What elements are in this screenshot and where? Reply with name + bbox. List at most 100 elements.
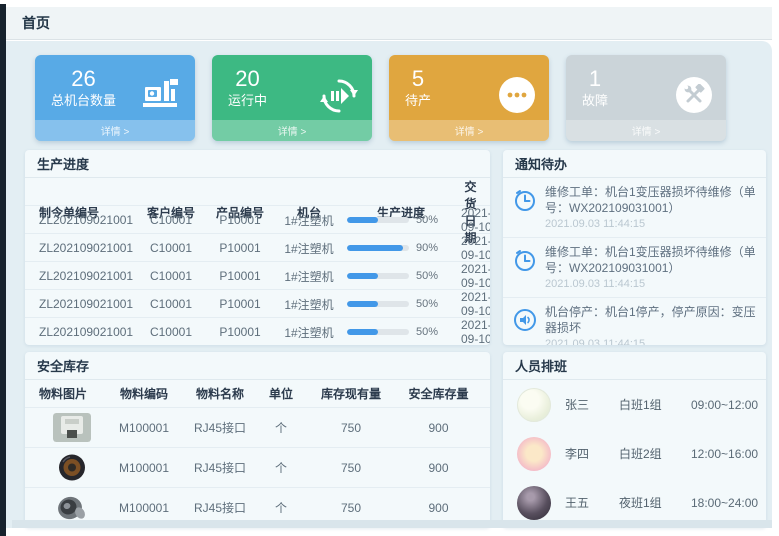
table-row: ZL202109021001 C10001 P10001 1#注塑机 50% 2… [25,317,490,345]
personnel-schedule-panel: 人员排班 张三 白班1组 09:00~12:00 李四 白班2组 12:00~1… [503,352,766,528]
table-row: ZL202109021001 C10001 P10001 1#注塑机 50% 2… [25,261,490,289]
card-waiting[interactable]: 5 待产 详情 > [389,55,549,141]
material-code: M100001 [105,501,183,515]
card-running[interactable]: 20 运行中 详情 > [212,55,372,141]
notice-timestamp: 2021.09.03 11:44:15 [545,217,756,232]
material-image-rj45 [53,413,91,442]
table-row: M100001 RJ45接口 个 750 900 [25,447,490,487]
current-qty: 750 [305,461,397,475]
customer-no: C10001 [139,325,203,339]
progress-bar: 50% [341,326,461,338]
total-machines-value: 26 [71,66,95,92]
current-qty: 750 [305,421,397,435]
waiting-label: 待产 [405,92,431,110]
scrollbar-track[interactable] [772,0,779,536]
order-no: ZL202109021001 [35,269,139,283]
waiting-detail-link[interactable]: 详情 > [389,120,549,141]
progress-bar: 90% [341,242,461,254]
col-current-qty: 库存现有量 [305,385,397,402]
machine-icon [141,77,181,116]
total-machines-detail-link[interactable]: 详情 > [35,120,195,141]
speaker-icon [513,308,537,345]
list-item: 张三 白班1组 09:00~12:00 [503,380,766,429]
machine: 1#注塑机 [277,296,341,313]
page-header: 首页 [6,7,772,40]
machine: 1#注塑机 [277,240,341,257]
customer-no: C10001 [139,269,203,283]
notice-timestamp: 2021.09.03 11:44:15 [545,277,756,292]
machine: 1#注塑机 [277,268,341,285]
col-material-name: 物料名称 [183,385,257,402]
schedule-panel-title: 人员排班 [515,356,567,375]
avatar [517,388,551,422]
progress-percent: 50% [416,298,438,310]
delivery-date: 2021-09-10 [461,262,490,290]
order-no: ZL202109021001 [35,241,139,255]
shift-label: 白班2组 [619,445,691,462]
notice-item[interactable]: 机台停产：机台1停产，停产原因：变压器损坏 2021.09.03 11:44:1… [503,298,766,345]
card-text: 26 总机台数量 [51,66,116,110]
clock-icon [513,248,537,292]
shift-time: 12:00~16:00 [691,447,766,461]
material-code: M100001 [105,461,183,475]
shift-label: 白班1组 [619,396,691,413]
running-detail-link[interactable]: 详情 > [212,120,372,141]
progress-percent: 50% [416,326,438,338]
panel-header: 人员排班 [503,352,766,380]
current-qty: 750 [305,501,397,515]
waiting-value: 5 [412,66,424,92]
delivery-date: 2021-09-10 [461,206,490,234]
notice-text: 机台停产：机台1停产，停产原因：变压器损坏 [545,305,756,337]
card-text: 1 故障 [582,66,608,110]
notice-text: 维修工单：机台1变压器损坏待维修（单号：WX202109031001） [545,185,756,217]
material-image-speaker-front [53,453,91,482]
table-row: M100001 RJ45接口 个 750 900 [25,407,490,447]
notice-item[interactable]: 维修工单：机台1变压器损坏待维修（单号：WX202109031001） 2021… [503,178,766,238]
notice-content: 维修工单：机台1变压器损坏待维修（单号：WX202109031001） 2021… [545,245,756,292]
fault-detail-link[interactable]: 详情 > [566,120,726,141]
col-unit: 单位 [257,385,305,402]
unit: 个 [257,419,305,436]
progress-percent: 50% [416,214,438,226]
shift-label: 夜班1组 [619,494,691,511]
material-name: RJ45接口 [183,499,257,516]
production-table-header: 制令单编号 客户编号 产品编号 机台 生产进度 交货日期 [25,178,490,205]
product-no: P10001 [203,269,277,283]
delivery-date: 2021-09-10 [461,234,490,262]
material-name: RJ45接口 [183,419,257,436]
stat-cards-row: 26 总机台数量 详情 > 20 运行中 [35,55,726,141]
table-row: ZL202109021001 C10001 P10001 1#注塑机 90% 2… [25,233,490,261]
fault-value: 1 [589,66,601,92]
running-value: 20 [235,66,259,92]
customer-no: C10001 [139,297,203,311]
panel-header: 通知待办 [503,150,766,178]
card-total-machines[interactable]: 26 总机台数量 详情 > [35,55,195,141]
notice-text: 维修工单：机台1变压器损坏待维修（单号：WX202109031001） [545,245,756,277]
machine: 1#注塑机 [277,324,341,341]
table-row: ZL202109021001 C10001 P10001 1#注塑机 50% 2… [25,289,490,317]
safety-stock-panel: 安全库存 物料图片 物料编码 物料名称 单位 库存现有量 安全库存量 M1000… [25,352,490,528]
col-safety-qty: 安全库存量 [397,385,480,402]
stock-table-header: 物料图片 物料编码 物料名称 单位 库存现有量 安全库存量 [25,380,490,407]
stock-panel-title: 安全库存 [37,356,89,375]
total-machines-label: 总机台数量 [51,92,116,110]
product-no: P10001 [203,297,277,311]
machine: 1#注塑机 [277,212,341,229]
panel-header: 安全库存 [25,352,490,380]
page-title: 首页 [22,13,50,33]
notice-item[interactable]: 维修工单：机台1变压器损坏待维修（单号：WX202109031001） 2021… [503,238,766,298]
ellipsis-icon [499,77,535,113]
safety-qty: 900 [397,501,480,515]
running-icon [320,77,358,120]
product-no: P10001 [203,325,277,339]
progress-percent: 50% [416,270,438,282]
order-no: ZL202109021001 [35,213,139,227]
product-no: P10001 [203,213,277,227]
notice-content: 维修工单：机台1变压器损坏待维修（单号：WX202109031001） 2021… [545,185,756,232]
production-progress-panel: 生产进度 制令单编号 客户编号 产品编号 机台 生产进度 交货日期 ZL2021… [25,150,490,345]
person-name: 王五 [565,494,619,511]
customer-no: C10001 [139,241,203,255]
sidebar-edge [0,4,6,536]
card-fault[interactable]: 1 故障 详情 > [566,55,726,141]
card-text: 20 运行中 [228,66,267,110]
